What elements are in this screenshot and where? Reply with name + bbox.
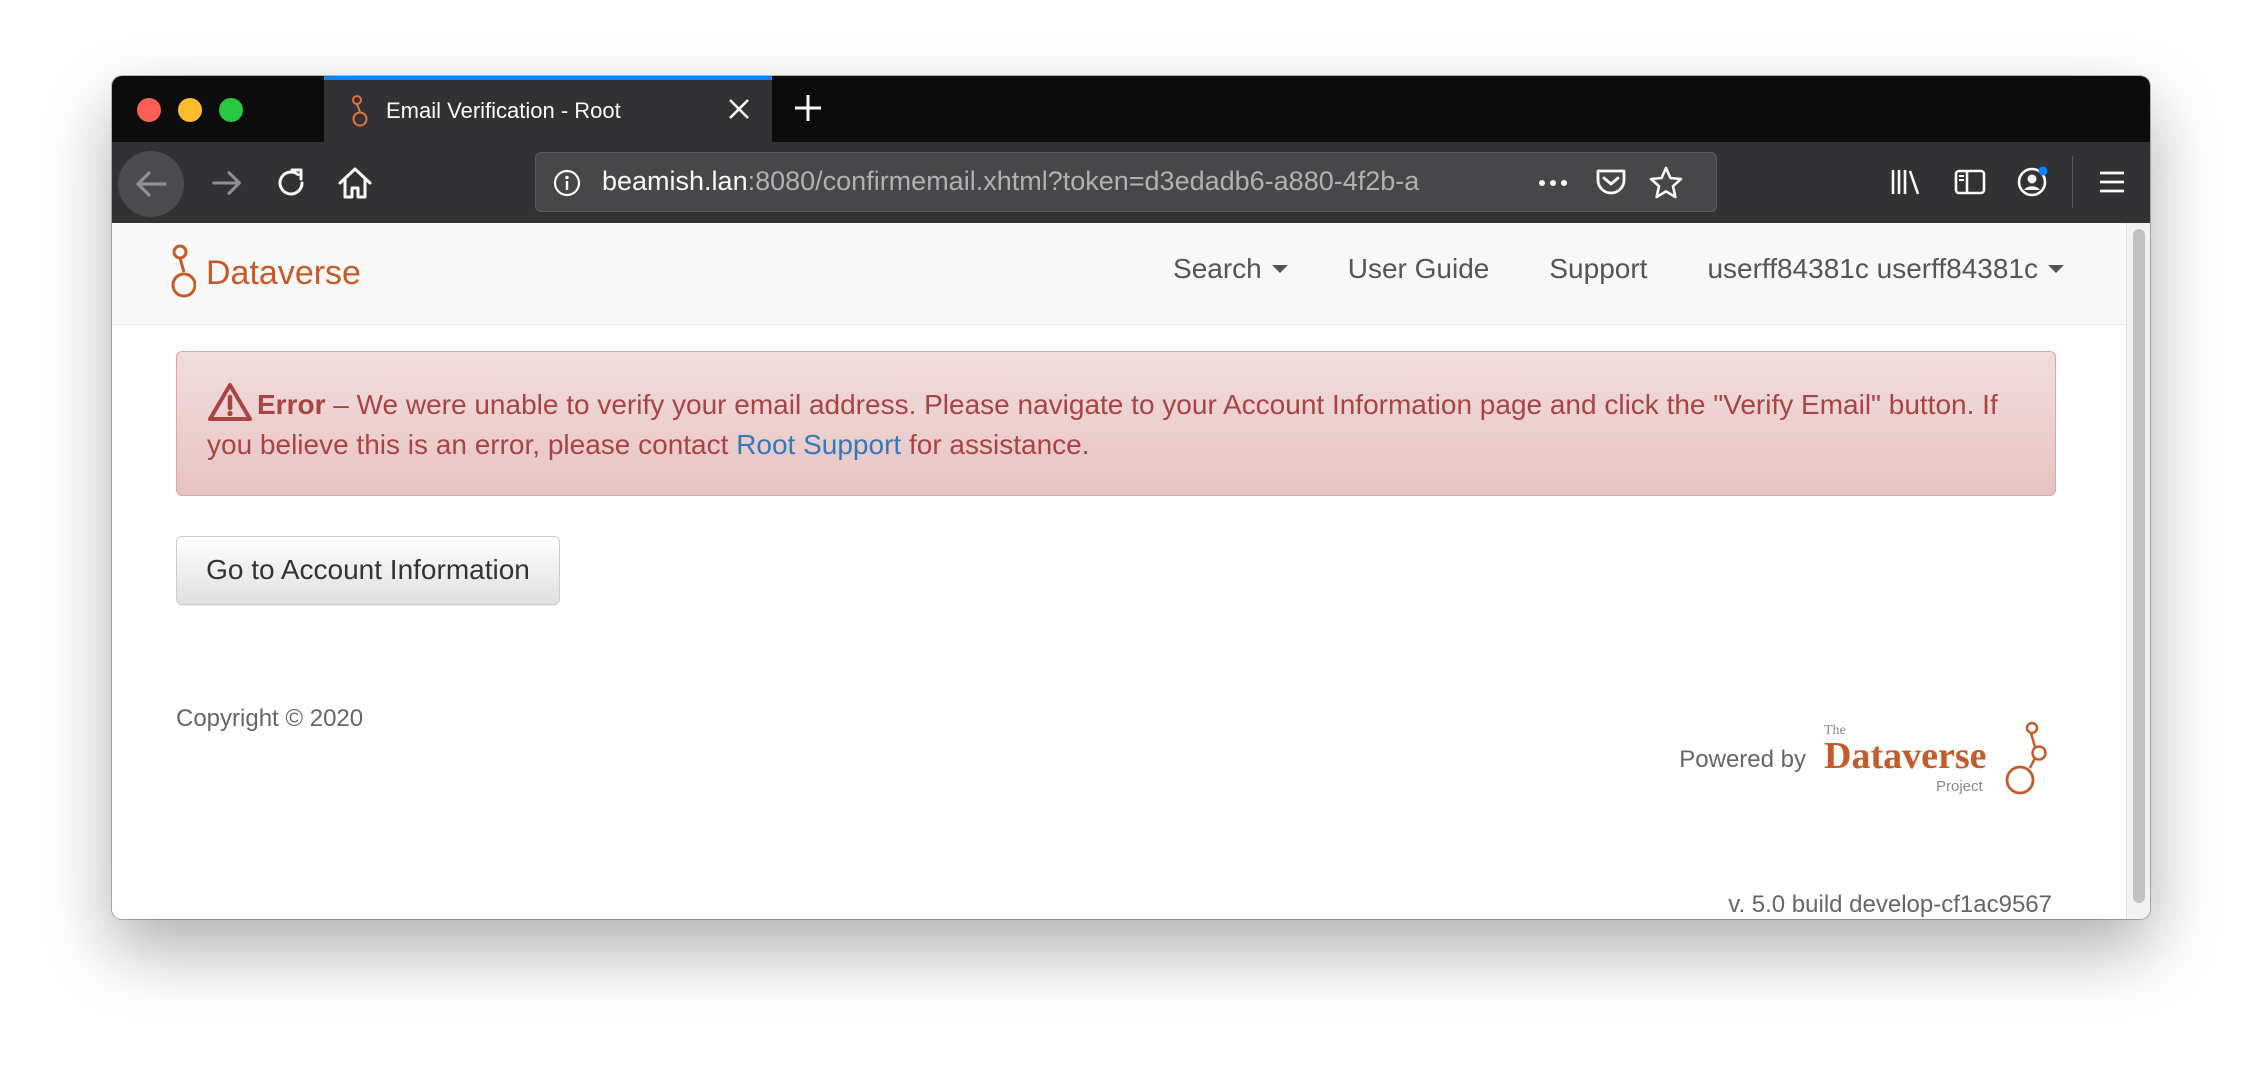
caret-down-icon [2048,265,2064,273]
url-text[interactable]: beamish.lan:8080/confirmemail.xhtml?toke… [602,166,1502,197]
powered-by: Powered by The Dataverse Project [1679,720,2052,800]
tab-active[interactable]: Email Verification - Root [324,76,772,142]
toolbar-divider [2072,156,2073,208]
sidebar-icon [1954,169,1986,195]
nav-user-guide-label: User Guide [1347,253,1490,284]
info-icon[interactable] [552,168,582,198]
nav-support-label: Support [1549,253,1648,284]
dataverse-favicon-icon [352,95,368,127]
nav-user-guide[interactable]: User Guide [1348,253,1490,285]
forward-arrow-icon [212,171,241,195]
more-dots-icon[interactable] [1536,167,1570,199]
nav-user-label: userff84381c userff84381c [1707,253,2038,284]
account-icon [2017,166,2048,197]
page-content: Dataverse Search User Guide Support user… [112,223,2126,919]
alert-dash: – [325,389,357,420]
brand-link[interactable]: Dataverse [168,243,361,303]
menu-button[interactable] [2090,160,2134,204]
nav-menu: Search User Guide Support userff84381c u… [1173,253,2064,285]
account-button[interactable] [2011,160,2055,204]
back-arrow-icon [136,171,167,197]
root-support-link[interactable]: Root Support [736,429,901,460]
site-navbar: Dataverse Search User Guide Support user… [112,223,2126,325]
url-path: :8080/confirmemail.xhtml?token=d3edadb6-… [747,166,1420,196]
alert-message: We were unable to verify your email addr… [207,389,1998,460]
go-to-account-button[interactable]: Go to Account Information [176,536,560,605]
home-icon [338,167,372,199]
tab-title: Email Verification - Root [386,98,621,123]
tab-strip: Email Verification - Root [112,76,2150,142]
logo-project: Project [1936,778,1984,795]
zoom-window-button[interactable] [219,98,243,122]
nav-toolbar: beamish.lan:8080/confirmemail.xhtml?toke… [112,142,2150,223]
plus-icon[interactable] [792,92,824,124]
library-button[interactable] [1884,160,1928,204]
sidebar-toggle-button[interactable] [1948,160,1992,204]
reload-button[interactable] [266,158,316,208]
nav-support[interactable]: Support [1549,253,1647,285]
scrollbar-thumb[interactable] [2133,229,2145,903]
alert-message-end: for assistance. [901,429,1090,460]
version-text: v. 5.0 build develop-cf1ac9567 [1728,891,2052,918]
nav-user-dropdown[interactable]: userff84381c userff84381c [1707,253,2064,285]
nav-search-dropdown[interactable]: Search [1173,253,1288,285]
nav-search-label: Search [1173,253,1262,284]
hamburger-icon [2100,171,2124,193]
reload-icon [278,168,304,196]
browser-window: Email Verification - Root beamish.lan:80… [112,76,2150,919]
caret-down-icon [1271,265,1288,273]
pocket-icon[interactable] [1594,165,1628,199]
warning-icon [208,383,252,421]
powered-by-label: Powered by [1679,746,1806,773]
minimize-window-button[interactable] [178,98,202,122]
url-fade [1416,161,1506,205]
page-scrollbar[interactable] [2126,223,2150,919]
close-window-button[interactable] [137,98,161,122]
library-icon [1891,170,1920,195]
star-icon[interactable] [1648,165,1684,201]
forward-button[interactable] [202,158,252,208]
home-button[interactable] [330,158,380,208]
url-bar[interactable]: beamish.lan:8080/confirmemail.xhtml?toke… [535,152,1717,212]
back-button[interactable] [118,151,184,217]
logo-name: Dataverse [1824,735,1986,777]
close-icon[interactable] [726,96,752,122]
brand-name: Dataverse [206,253,361,292]
error-alert: Error – We were unable to verify your em… [176,351,2056,496]
dataverse-project-logo[interactable]: The Dataverse Project [1820,720,2052,800]
dataverse-logo-icon [171,244,196,298]
copyright-text: Copyright © 2020 [176,705,364,732]
alert-title: Error [257,389,326,420]
url-host: beamish.lan [602,166,748,196]
